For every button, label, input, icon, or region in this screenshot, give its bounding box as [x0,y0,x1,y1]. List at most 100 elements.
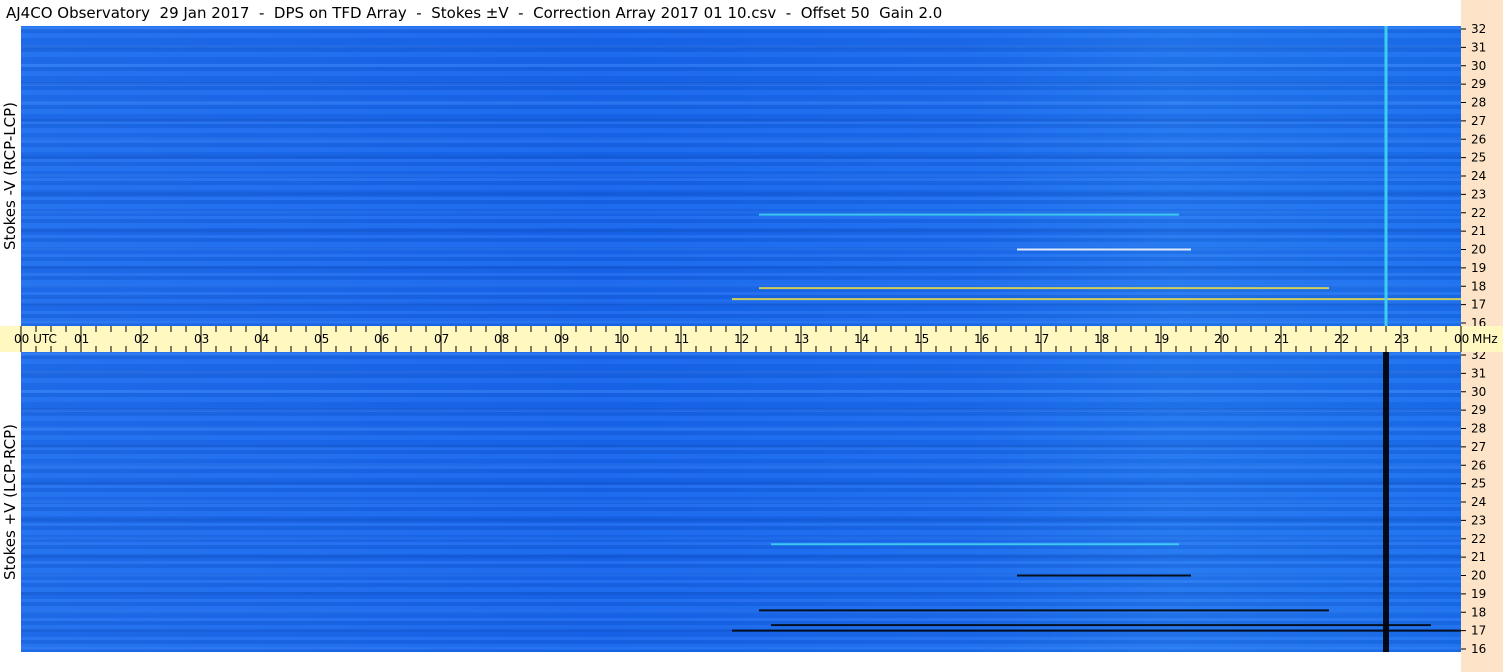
freq-tick-label: 21 [1471,550,1486,564]
time-tick-label: 15 [914,332,929,346]
freq-tick-label: 28 [1471,96,1486,110]
top-spectrogram-panel [21,26,1461,326]
spectral-band [21,284,1461,288]
time-tick-label: 11 [674,332,689,346]
spectral-band [21,591,1461,595]
time-tick-label: 09 [554,332,569,346]
freq-tick-label: 26 [1471,458,1486,472]
spectral-band [21,408,1461,412]
time-tick-label: 06 [374,332,389,346]
spectral-band [21,63,1461,67]
spectral-band [21,210,1461,214]
bottom-frequency-axis: 32 31 30 29 28 27 26 25 24 23 22 21 20 19 18 17 16 [1461,352,1503,672]
freq-tick-label: 28 [1471,422,1486,436]
spectral-band [21,100,1461,104]
freq-tick-label: 29 [1471,403,1486,417]
freq-tick-label: 22 [1471,206,1486,220]
spectral-band [21,302,1461,306]
spectral-band [21,353,1461,356]
spectral-band [21,536,1461,540]
freq-tick-label: 30 [1471,385,1486,399]
spectral-band [21,444,1461,448]
time-tick-label: 14 [854,332,869,346]
freq-tick-label: 21 [1471,224,1486,238]
time-tick-label: 01 [74,332,89,346]
freq-tick-label: 23 [1471,513,1486,527]
bottom-spectrogram-panel [21,352,1461,652]
time-tick-label: 20 [1214,332,1229,346]
spectral-band [21,192,1461,196]
time-tick-label: 07 [434,332,449,346]
top-frequency-ticks: 32 31 30 29 28 27 26 25 24 23 22 21 20 19 18 17 16 [1461,22,1486,326]
time-tick-label: 19 [1154,332,1169,346]
spectral-band [21,555,1461,559]
spectral-band [21,155,1461,159]
spectral-band [21,647,1461,650]
freq-tick-label: 29 [1471,77,1486,91]
top-panel-ylabel: Stokes -V (RCP-LCP) [1,102,19,250]
freq-tick-label: 25 [1471,151,1486,165]
freq-tick-label: 20 [1471,243,1486,257]
time-tick-label: 00 UTC [14,332,57,346]
time-tick-label: 00 [1454,332,1469,346]
time-tick-label: 12 [734,332,749,346]
chart-title: AJ4CO Observatory 29 Jan 2017 - DPS on T… [6,4,943,22]
time-tick-label: 03 [194,332,209,346]
spectral-band [21,229,1461,233]
spectral-band [21,118,1461,122]
spectral-band [21,573,1461,577]
spectral-band [21,82,1461,86]
spectral-band [21,481,1461,485]
freq-tick-label: 16 [1471,316,1486,326]
spectral-band [21,45,1461,49]
spectral-band [21,137,1461,141]
bottom-spectrogram-features [21,352,1461,652]
freq-tick-label: 19 [1471,587,1486,601]
spectral-band [21,265,1461,269]
freq-tick-label: 23 [1471,187,1486,201]
time-tick-label: 08 [494,332,509,346]
time-tick-label: 16 [974,332,989,346]
freq-tick-label: 20 [1471,569,1486,583]
spectral-band [21,500,1461,503]
top-frequency-axis: 32 31 30 29 28 27 26 25 24 23 22 21 20 19 18 17 16 [1461,0,1503,326]
freq-tick-label: 31 [1471,366,1486,380]
spectral-band [21,518,1461,522]
freq-tick-label: 17 [1471,298,1486,312]
time-tick-label: 05 [314,332,329,346]
top-spectrogram-features [21,26,1461,326]
freq-tick-label: 26 [1471,132,1486,146]
spectral-band [21,321,1461,324]
bottom-panel-ylabel: Stokes +V (LCP-RCP) [1,424,19,580]
spectral-band [21,247,1461,251]
spectral-band [21,174,1461,177]
freq-tick-label: 32 [1471,22,1486,36]
time-tick-label: 18 [1094,332,1109,346]
freq-tick-label: 31 [1471,40,1486,54]
freq-tick-label: 18 [1471,279,1486,293]
time-tick-label: 04 [254,332,269,346]
time-tick-label: 10 [614,332,629,346]
freq-tick-label: 19 [1471,261,1486,275]
time-tick-label: 21 [1274,332,1289,346]
time-tick-label: 02 [134,332,149,346]
bottom-frequency-ticks: 32 31 30 29 28 27 26 25 24 23 22 21 20 19 18 17 16 [1461,352,1486,656]
freq-tick-label: 30 [1471,59,1486,73]
freq-tick-label: 27 [1471,114,1486,128]
spectral-band [21,27,1461,30]
freq-tick-label: 24 [1471,495,1486,509]
freq-tick-label: 16 [1471,642,1486,656]
time-tick-label: 23 [1394,332,1409,346]
time-tick-label: 13 [794,332,809,346]
freq-tick-label: 24 [1471,169,1486,183]
time-tick-label: 17 [1034,332,1049,346]
time-axis: 00 UTC 01 02 03 04 05 06 07 08 09 10 11 12 13 14 15 16 17… [0,326,1503,352]
freq-tick-label: 32 [1471,352,1486,362]
freq-tick-label: 18 [1471,605,1486,619]
spectral-band [21,426,1461,430]
freq-tick-label: 25 [1471,477,1486,491]
freq-tick-label: 17 [1471,624,1486,638]
freq-tick-label: 22 [1471,532,1486,546]
spectral-band [21,371,1461,375]
spectral-band [21,389,1461,393]
